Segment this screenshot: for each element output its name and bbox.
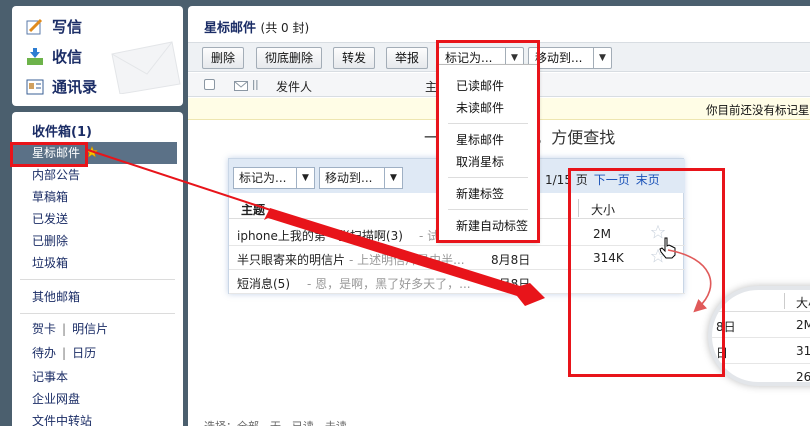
row-preview: - 恩，是啊，黑了好多天了，... <box>307 277 471 291</box>
receive-icon <box>26 47 44 66</box>
empty-notice-text: 你目前还没有标记星 <box>706 103 810 117</box>
magnifier-row: 日 314K <box>712 338 810 364</box>
chevron-down-icon: ▼ <box>593 48 611 68</box>
compose-icon <box>26 18 44 36</box>
delete-button[interactable]: 删除 <box>202 47 245 69</box>
contacts-label: 通讯录 <box>52 78 98 96</box>
illustration-mark-as-label: 标记为... <box>239 171 287 185</box>
folder-title: 星标邮件 <box>204 21 257 36</box>
highlight-size-column <box>568 168 725 377</box>
illustration-move-to-label: 移动到... <box>325 171 373 185</box>
highlight-starred-folder <box>10 142 88 167</box>
calendar-link[interactable]: 日历 <box>72 346 96 360</box>
delete-forever-button[interactable]: 彻底删除 <box>256 47 323 69</box>
other-mailboxes-link[interactable]: 其他邮箱 <box>12 286 177 308</box>
folder-drafts[interactable]: 草稿箱 <box>12 186 177 208</box>
compose-label: 写信 <box>52 18 83 36</box>
compose-button[interactable]: 写信 <box>26 16 82 37</box>
folder-deleted[interactable]: 已删除 <box>12 230 177 252</box>
chevron-down-icon: ▼ <box>384 168 402 188</box>
move-to-label: 移动到... <box>535 51 583 65</box>
magnifier-row: 26K <box>712 364 810 384</box>
netdisk-link[interactable]: 企业网盘 <box>12 388 177 410</box>
move-to-dropdown[interactable]: 移动到... ▼ <box>528 47 612 69</box>
attachment-icon: ǀǀ <box>252 78 259 91</box>
sender-column-header[interactable]: 发件人 <box>276 78 312 95</box>
chevron-down-icon: ▼ <box>296 168 314 188</box>
select-links: 选择：全部 - 无 - 已读 - 未读 <box>204 418 347 426</box>
magnifier-row: 8日 2M <box>712 312 810 338</box>
row-size: 314K <box>796 344 810 358</box>
quick-actions-panel: 写信 收信 通讯录 <box>12 6 183 106</box>
postcard-link[interactable]: 明信片 <box>72 322 108 336</box>
page-title: 星标邮件 (共 0 封) <box>204 17 309 36</box>
magnifier-header: 大小 <box>712 290 810 312</box>
select-all-checkbox[interactable] <box>204 79 215 90</box>
contacts-button[interactable]: 通讯录 <box>26 76 97 97</box>
row-date: 8月8日 <box>491 253 531 267</box>
row-subject: 半只眼寄来的明信片 <box>237 253 346 267</box>
greeting-card-link[interactable]: 贺卡 <box>32 322 56 336</box>
row-subject: 短消息(5) <box>237 277 290 291</box>
folder-announcements[interactable]: 内部公告 <box>12 164 177 186</box>
row-size: 2M <box>796 318 810 332</box>
notebook-link[interactable]: 记事本 <box>12 366 177 388</box>
envelope-decoration-icon <box>111 41 181 94</box>
receive-label: 收信 <box>52 48 83 66</box>
divider <box>20 313 175 314</box>
row-size: 26K <box>796 370 810 384</box>
size-column-header: 大小 <box>796 296 810 310</box>
row-subject: iphone上我的第一张扫描啊(3) <box>237 229 403 243</box>
report-button[interactable]: 举报 <box>386 47 429 69</box>
divider <box>20 279 175 280</box>
column-divider <box>784 293 785 309</box>
folder-spam[interactable]: 垃圾箱 <box>12 252 177 274</box>
mail-count: (共 0 封) <box>260 21 310 35</box>
envelope-icon <box>234 80 248 94</box>
contacts-icon <box>26 78 44 96</box>
highlight-mark-menu <box>436 40 540 243</box>
tools-row-cards: 贺卡 | 明信片 <box>32 322 109 336</box>
todo-link[interactable]: 待办 <box>32 346 56 360</box>
illustration-move-to-dropdown: 移动到... ▼ <box>319 167 403 189</box>
tools-row-todo: 待办 | 日历 <box>32 346 97 360</box>
folder-sent[interactable]: 已发送 <box>12 208 177 230</box>
receive-button[interactable]: 收信 <box>26 46 82 67</box>
row-preview: - 上述明信片是由半... <box>349 253 465 267</box>
row-date: 8月8日 <box>491 277 531 291</box>
forward-button[interactable]: 转发 <box>333 47 376 69</box>
subject-column-header: 主题 <box>241 203 266 217</box>
file-transfer-link[interactable]: 文件中转站 <box>12 410 177 426</box>
illustration-mark-as-dropdown: 标记为... ▼ <box>233 167 315 189</box>
inbox-link[interactable]: 收件箱(1) <box>32 121 92 140</box>
